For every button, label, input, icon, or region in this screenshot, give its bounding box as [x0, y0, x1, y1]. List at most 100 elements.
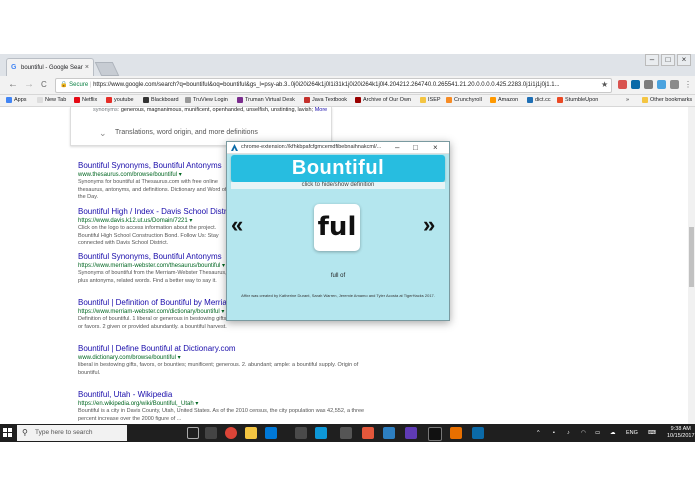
- next-arrow-button[interactable]: »: [423, 213, 435, 237]
- bookmark-new-tab[interactable]: New Tab: [37, 95, 66, 106]
- menu-icon[interactable]: ⋮: [684, 79, 692, 91]
- bookmark-isep[interactable]: ISEP: [420, 95, 441, 106]
- page-scrollbar[interactable]: [688, 107, 695, 424]
- app-icon-eclipse[interactable]: [383, 427, 395, 439]
- extension-popup-window: chrome-extension://kfhkbpafcfgmcemdfibeb…: [226, 141, 450, 321]
- search-result: Bountiful Synonyms, Bountiful Antonyms h…: [78, 252, 228, 285]
- app-name: Bountiful: [291, 157, 385, 179]
- google-favicon-icon: G: [11, 64, 17, 71]
- scrollbar-thumb[interactable]: [689, 227, 694, 287]
- bookmark-dict-cc[interactable]: dict.cc: [527, 95, 551, 106]
- url-text: https://www.google.com/search?q=bountifu…: [93, 82, 560, 88]
- result-title[interactable]: Bountiful | Define Bountiful at Dictiona…: [78, 344, 368, 354]
- search-result: Bountiful | Define Bountiful at Dictiona…: [78, 344, 368, 377]
- result-snippet: Synonyms for bountiful at Thesaurus.com …: [78, 179, 227, 200]
- new-tab-button[interactable]: [94, 62, 120, 76]
- language-indicator[interactable]: ENG: [626, 424, 638, 442]
- bookmark-java-textbook[interactable]: Java Textbook: [304, 95, 347, 106]
- tray-battery-icon[interactable]: ▭: [595, 424, 600, 442]
- app-logo-icon: [231, 144, 238, 151]
- result-title[interactable]: Bountiful | Definition of Bountiful by M…: [78, 298, 228, 308]
- extension-icon-3[interactable]: [644, 80, 653, 89]
- toggle-definition-hint[interactable]: click to hide/show definition: [231, 182, 445, 189]
- bookmark-netflix[interactable]: Netflix: [74, 95, 97, 106]
- tray-wifi-icon[interactable]: ◠: [581, 424, 586, 442]
- visual-studio-icon[interactable]: [405, 427, 417, 439]
- tray-onedrive-icon[interactable]: ☁: [610, 424, 616, 442]
- mic-icon[interactable]: [187, 427, 199, 439]
- address-bar[interactable]: 🔒 Secure | https://www.google.com/search…: [55, 78, 612, 93]
- bookmark-star-icon[interactable]: ★: [601, 79, 608, 91]
- result-url[interactable]: https://www.merriam-webster.com/dictiona…: [78, 308, 228, 316]
- bookmarks-bar: Apps New Tab Netflix youtube Blackboard …: [0, 95, 695, 107]
- result-url[interactable]: https://www.merriam-webster.com/thesauru…: [78, 262, 228, 270]
- bookmark-youtube[interactable]: youtube: [106, 95, 134, 106]
- result-url[interactable]: https://www.davis.k12.ut.us/Domain/7221 …: [78, 217, 228, 225]
- bookmark-crunchyroll[interactable]: Crunchyroll: [446, 95, 482, 106]
- windows-start-icon[interactable]: [3, 428, 13, 438]
- search-icon: ⚲: [22, 428, 28, 437]
- lock-icon: 🔒: [60, 82, 68, 88]
- bookmark-truview[interactable]: TruView Login: [185, 95, 228, 106]
- extension-icon-5[interactable]: [670, 80, 679, 89]
- tray-keyboard-icon[interactable]: ⌨: [648, 424, 656, 442]
- more-link[interactable]: More: [315, 107, 328, 113]
- chrome-taskbar-icon[interactable]: [225, 427, 237, 439]
- affix-definition: full of: [330, 273, 346, 279]
- affix-card[interactable]: ful: [314, 204, 360, 251]
- bookmark-other[interactable]: Other bookmarks: [642, 95, 692, 106]
- app-icon-terminal[interactable]: [340, 427, 352, 439]
- edge-icon[interactable]: [265, 427, 277, 439]
- tray-chevron-icon[interactable]: ^: [537, 424, 540, 442]
- search-result: Bountiful High / Index - Davis School Di…: [78, 207, 228, 248]
- result-title[interactable]: Bountiful Synonyms, Bountiful Antonyms: [78, 161, 228, 171]
- result-snippet: liberal in bestowing gifts, favors, or b…: [78, 362, 359, 376]
- extension-icon-2[interactable]: [631, 80, 640, 89]
- extension-icon-1[interactable]: [618, 80, 627, 89]
- back-button[interactable]: ←: [8, 79, 18, 91]
- bookmark-apps[interactable]: Apps: [6, 95, 27, 106]
- skype-icon[interactable]: [315, 427, 327, 439]
- taskbar-search-box[interactable]: ⚲ Type here to search: [17, 425, 127, 441]
- forward-button[interactable]: →: [24, 79, 34, 91]
- window-minimize-button[interactable]: –: [645, 54, 659, 66]
- result-title[interactable]: Bountiful, Utah - Wikipedia: [78, 390, 368, 400]
- popup-titlebar: chrome-extension://kfhkbpafcfgmcemdfibeb…: [227, 142, 449, 154]
- window-maximize-button[interactable]: □: [661, 54, 675, 66]
- taskbar-clock[interactable]: 9:38 AM 10/15/2017: [667, 426, 695, 440]
- popup-maximize-button[interactable]: □: [413, 142, 418, 153]
- tray-network-icon[interactable]: ▪: [553, 424, 555, 442]
- browser-tab[interactable]: G bountiful - Google Sear ×: [6, 58, 94, 76]
- store-icon[interactable]: [295, 427, 307, 439]
- bookmark-stumbleupon[interactable]: StumbleUpon: [557, 95, 598, 106]
- chevron-down-icon[interactable]: ⌄: [99, 128, 107, 139]
- bookmark-truman-virtual-desk[interactable]: Truman Virtual Desk: [237, 95, 295, 106]
- popup-close-button[interactable]: ×: [433, 142, 438, 153]
- browser-toolbar: ← → C 🔒 Secure | https://www.google.com/…: [0, 76, 695, 95]
- tray-volume-icon[interactable]: ♪: [567, 424, 570, 442]
- result-title[interactable]: Bountiful High / Index - Davis School Di…: [78, 207, 228, 217]
- result-url[interactable]: https://en.wikipedia.org/wiki/Bountiful,…: [78, 400, 368, 408]
- result-title[interactable]: Bountiful Synonyms, Bountiful Antonyms: [78, 252, 228, 262]
- reload-button[interactable]: C: [41, 79, 47, 91]
- extension-icon-4[interactable]: [657, 80, 666, 89]
- bookmark-amazon[interactable]: Amazon: [490, 95, 518, 106]
- search-result: Bountiful, Utah - Wikipedia https://en.w…: [78, 390, 368, 423]
- taskbar-search-placeholder: Type here to search: [35, 429, 93, 436]
- file-explorer-icon[interactable]: [245, 427, 257, 439]
- bountiful-app-icon[interactable]: [472, 427, 484, 439]
- translations-link[interactable]: Translations, word origin, and more defi…: [115, 129, 258, 136]
- result-url[interactable]: www.thesaurus.com/browse/bountiful ▾: [78, 171, 228, 179]
- bookmarks-overflow[interactable]: »: [626, 95, 629, 106]
- window-close-button[interactable]: ×: [677, 54, 691, 66]
- result-url[interactable]: www.dictionary.com/browse/bountiful ▾: [78, 354, 368, 362]
- command-prompt-icon[interactable]: [428, 427, 442, 441]
- bookmark-archive-of-our-own[interactable]: Archive of Our Own: [355, 95, 411, 106]
- java-icon[interactable]: [450, 427, 462, 439]
- app-icon-git[interactable]: [362, 427, 374, 439]
- task-view-icon[interactable]: [205, 427, 217, 439]
- popup-minimize-button[interactable]: –: [395, 142, 399, 153]
- previous-arrow-button[interactable]: «: [231, 213, 243, 237]
- tab-close-icon[interactable]: ×: [85, 59, 89, 76]
- bookmark-blackboard[interactable]: Blackboard: [143, 95, 179, 106]
